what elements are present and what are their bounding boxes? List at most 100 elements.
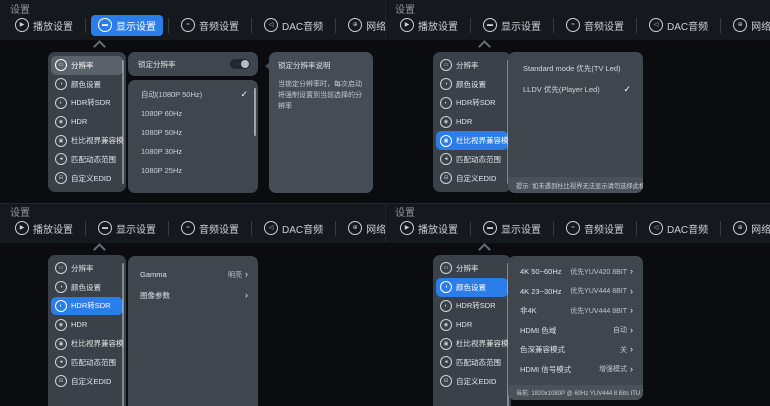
tab-display-settings[interactable]: ▬ 显示设置	[470, 218, 548, 239]
tab-display-settings[interactable]: ▬ 显示设置	[85, 14, 163, 36]
tab-network-settings[interactable]: ⊕ 网络设置	[335, 218, 385, 239]
tab-audio-settings[interactable]: ≈ 音频设置	[553, 218, 631, 239]
tab-network-settings[interactable]: ⊕ 网络设置	[720, 218, 770, 239]
tab-audio-settings[interactable]: ≈ 音频设置	[168, 15, 246, 36]
dolby-vision-icon: ▣	[55, 337, 67, 350]
resolution-option[interactable]: 1080P 60Hz ✓	[128, 104, 258, 123]
sidebar-item-label: HDR	[71, 320, 88, 330]
tab-label: DAC音频	[282, 21, 324, 33]
resolution-list: 自动(1080P 50Hz) ✓ 1080P 60Hz ✓ 1080P 50Hz…	[128, 80, 258, 193]
sidebar-scrollbar[interactable]	[122, 263, 124, 406]
tab-dac-audio[interactable]: ◁ DAC音频	[635, 15, 715, 36]
settings-row[interactable]: HDMI 信号模式 增强模式 ›	[508, 360, 643, 380]
toggle-knob	[241, 60, 249, 68]
resolution-option[interactable]: 1080P 30Hz ✓	[128, 142, 258, 161]
sidebar-item-match-dynamic-range[interactable]: ◄ 匹配动态范围	[436, 353, 508, 372]
sidebar-item-hdr-to-sdr[interactable]: ◐ HDR转SDR	[436, 94, 508, 113]
tab-label: 播放设置	[33, 224, 73, 236]
tab-display-settings[interactable]: ▬ 显示设置	[470, 15, 548, 36]
dolby-vision-option[interactable]: LLDV 优先(Player Led) ✓	[508, 79, 643, 100]
sidebar-item-label: HDR	[456, 117, 473, 127]
sidebar-item-label: 分辨率	[456, 263, 479, 273]
tab-network-settings[interactable]: ⊕ 网络设置	[335, 15, 385, 36]
sidebar-item-dolby-vision-compat[interactable]: ▣ 杜比视界兼容模式	[51, 334, 123, 353]
tab-audio-settings[interactable]: ≈ 音频设置	[553, 15, 631, 36]
sidebar-item-resolution[interactable]: ▭ 分辨率	[436, 56, 508, 75]
resolution-icon: ▭	[55, 262, 67, 275]
chevron-right-icon: ›	[630, 344, 633, 355]
lock-resolution-toggle[interactable]	[230, 59, 250, 69]
sidebar-item-label: HDR转SDR	[71, 301, 111, 311]
sidebar-item-label: 杜比视界兼容模式	[71, 136, 123, 146]
settings-row[interactable]: Gamma 明亮 ›	[128, 264, 258, 285]
settings-row[interactable]: 非4K 优先YUV444 8BIT ›	[508, 301, 643, 321]
sidebar-item-color-settings[interactable]: ◑ 颜色设置	[51, 75, 123, 94]
tab-dac-audio[interactable]: ◁ DAC音频	[250, 218, 330, 239]
quadrant-color-settings: 设置 ▶ 播放设置 ▬ 显示设置 ≈ 音频设置 ◁ DAC音频 ⊕ 网络 ▭ 分…	[385, 203, 770, 406]
sidebar-item-custom-edid[interactable]: ⊟ 自定义EDID	[436, 169, 508, 188]
chevron-right-icon: ›	[630, 305, 633, 316]
sidebar-item-color-settings[interactable]: ◑ 颜色设置	[436, 277, 508, 297]
sidebar-item-color-settings[interactable]: ◑ 颜色设置	[51, 278, 123, 297]
tab-dac-audio[interactable]: ◁ DAC音频	[250, 15, 330, 36]
sidebar-item-hdr[interactable]: ◉ HDR	[436, 112, 508, 131]
sidebar-item-resolution[interactable]: ▭ 分辨率	[51, 56, 123, 75]
tab-playback-settings[interactable]: ▶ 播放设置	[393, 218, 465, 239]
tab-display-settings[interactable]: ▬ 显示设置	[85, 218, 163, 239]
tab-playback-settings[interactable]: ▶ 播放设置	[8, 218, 80, 239]
tab-playback-settings[interactable]: ▶ 播放设置	[393, 15, 465, 36]
dolby-vision-options-card: 提示: 如未遇到杜比视界无法显示请勿选择此模式. Standard mode 优…	[508, 52, 643, 193]
settings-row[interactable]: 4K 23~30Hz 优先YUV444 8BIT ›	[508, 282, 643, 302]
resolution-option-label: 1080P 30Hz	[141, 147, 183, 156]
settings-tabbar: ▶ 播放设置 ▬ 显示设置 ≈ 音频设置 ◁ DAC音频 ⊕ 网络	[393, 14, 770, 36]
sidebar-item-custom-edid[interactable]: ⊟ 自定义EDID	[51, 372, 123, 391]
sidebar-item-dolby-vision-compat[interactable]: ▣ 杜比视界兼容模式	[436, 334, 508, 353]
sidebar-item-label: 颜色设置	[456, 79, 486, 89]
sidebar-item-custom-edid[interactable]: ⊟ 自定义EDID	[51, 169, 123, 188]
resolution-option[interactable]: 1080P 25Hz ✓	[128, 161, 258, 180]
tab-label: 显示设置	[116, 224, 156, 236]
tab-audio-settings[interactable]: ≈ 音频设置	[168, 218, 246, 239]
tab-playback-settings[interactable]: ▶ 播放设置	[8, 15, 80, 36]
sidebar-item-hdr-to-sdr[interactable]: ◐ HDR转SDR	[51, 94, 123, 113]
settings-row[interactable]: 色深兼容模式 关 ›	[508, 340, 643, 360]
settings-row[interactable]: 4K 50~60Hz 优先YUV420 8BIT ›	[508, 262, 643, 282]
list-scrollbar[interactable]	[254, 88, 256, 136]
hdr-to-sdr-icon: ◐	[440, 96, 452, 109]
edid-icon: ⊟	[55, 375, 67, 388]
tooltip-card: 锁定分辨率说明 当锁定分辨率时，每次启动将强制设置到当前选择的分辨率	[265, 52, 373, 193]
dolby-vision-option[interactable]: Standard mode 优先(TV Led) ✓	[508, 58, 643, 79]
tab-dac-audio[interactable]: ◁ DAC音频	[635, 218, 715, 239]
hdr-icon: ◉	[55, 318, 67, 331]
sidebar-item-dolby-vision-compat[interactable]: ▣ 杜比视界兼容模式	[51, 131, 123, 150]
sidebar-item-hdr-to-sdr[interactable]: ◐ HDR转SDR	[51, 296, 123, 316]
sidebar-item-resolution[interactable]: ▭ 分辨率	[51, 259, 123, 278]
edid-icon: ⊟	[55, 172, 67, 185]
sidebar-item-hdr[interactable]: ◉ HDR	[51, 112, 123, 131]
sidebar-scrollbar[interactable]	[122, 60, 124, 184]
resolution-option[interactable]: 1080P 50Hz ✓	[128, 123, 258, 142]
chevron-right-icon: ›	[245, 269, 248, 279]
hdr-icon: ◉	[440, 115, 452, 128]
settings-tabbar: ▶ 播放设置 ▬ 显示设置 ≈ 音频设置 ◁ DAC音频 ⊕ 网络	[8, 14, 385, 36]
sidebar-item-hdr-to-sdr[interactable]: ◐ HDR转SDR	[436, 297, 508, 316]
sidebar-item-label: 匹配动态范围	[71, 154, 116, 164]
resolution-icon: ▭	[440, 262, 452, 275]
sidebar-item-hdr[interactable]: ◉ HDR	[51, 315, 123, 334]
hdr-icon: ◉	[440, 318, 452, 331]
sidebar-item-label: HDR	[456, 320, 473, 330]
resolution-option[interactable]: 自动(1080P 50Hz) ✓	[128, 85, 258, 104]
sidebar-item-match-dynamic-range[interactable]: ◄ 匹配动态范围	[436, 150, 508, 169]
tab-network-settings[interactable]: ⊕ 网络设置	[720, 15, 770, 36]
settings-row[interactable]: 图像参数 ›	[128, 285, 258, 306]
settings-row[interactable]: HDMI 色域 自动 ›	[508, 321, 643, 341]
sidebar-item-hdr[interactable]: ◉ HDR	[436, 315, 508, 334]
sidebar-item-match-dynamic-range[interactable]: ◄ 匹配动态范围	[51, 353, 123, 372]
sidebar-item-resolution[interactable]: ▭ 分辨率	[436, 259, 508, 278]
sidebar-item-dolby-vision-compat[interactable]: ▣ 杜比视界兼容模式	[436, 131, 508, 150]
tab-label: 音频设置	[584, 21, 624, 33]
sidebar-item-custom-edid[interactable]: ⊟ 自定义EDID	[436, 372, 508, 391]
sidebar-item-match-dynamic-range[interactable]: ◄ 匹配动态范围	[51, 150, 123, 169]
sidebar-item-color-settings[interactable]: ◑ 颜色设置	[436, 75, 508, 94]
audio-icon: ≈	[566, 221, 580, 235]
